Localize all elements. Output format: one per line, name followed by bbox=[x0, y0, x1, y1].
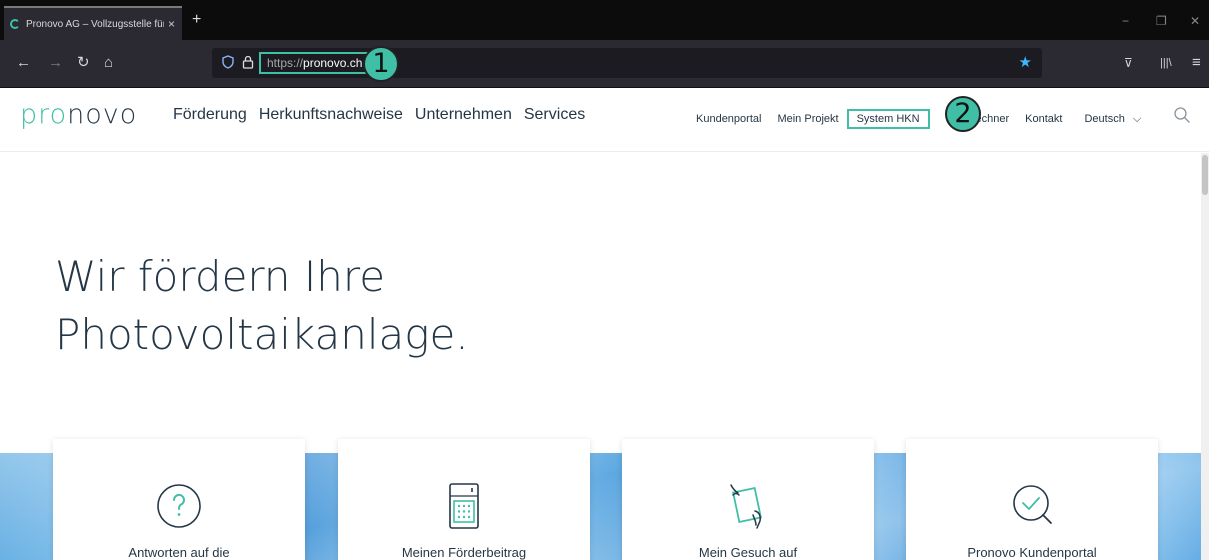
tab-loading-icon bbox=[10, 19, 20, 29]
card-foerderbeitrag-label: Meinen Förderbeitrag bbox=[401, 545, 527, 560]
app-menu-icon[interactable]: ≡ bbox=[1192, 54, 1201, 72]
scrollbar-thumb[interactable] bbox=[1202, 155, 1208, 195]
nav-herkunftsnachweise[interactable]: Herkunftsnachweise bbox=[259, 106, 403, 124]
card-gesuch[interactable]: Mein Gesuch auf bbox=[622, 439, 874, 560]
card-gesuch-label: Mein Gesuch auf bbox=[698, 545, 798, 560]
url-host: pronovo.ch bbox=[303, 56, 363, 70]
document-hand-icon bbox=[730, 484, 762, 529]
hero-section: Wir fördern Ihre Photovoltaikanlage. Ant… bbox=[0, 153, 1209, 560]
question-icon bbox=[157, 484, 201, 528]
callout-1: 1 bbox=[363, 46, 399, 82]
restore-button[interactable]: ❐ bbox=[1156, 14, 1167, 28]
link-kontakt[interactable]: Kontakt bbox=[1025, 113, 1062, 125]
link-system-hkn[interactable]: System HKN bbox=[846, 109, 930, 129]
pronovo-logo[interactable]: pronovo bbox=[20, 99, 137, 130]
logo-part-pro: pro bbox=[20, 99, 68, 130]
callout-2: 2 bbox=[945, 96, 981, 132]
browser-tab-strip: Pronovo AG – Vollzugsstelle für E × + − … bbox=[0, 0, 1209, 40]
new-tab-button[interactable]: + bbox=[192, 12, 201, 28]
hero-title-line-2: Photovoltaikanlage. bbox=[55, 310, 469, 359]
lock-icon[interactable] bbox=[242, 55, 254, 69]
window-close-button[interactable]: ✕ bbox=[1190, 14, 1200, 28]
card-faq[interactable]: Antworten auf die bbox=[53, 439, 305, 560]
minimize-button[interactable]: − bbox=[1122, 14, 1129, 28]
tracking-shield-icon[interactable] bbox=[222, 55, 234, 69]
tab-close-button[interactable]: × bbox=[168, 17, 175, 31]
forward-button[interactable]: → bbox=[48, 54, 63, 72]
calculator-icon bbox=[449, 483, 479, 529]
bookmark-star-icon[interactable]: ★ bbox=[1019, 53, 1032, 71]
url-bar[interactable]: https:// pronovo.ch ★ bbox=[212, 48, 1042, 78]
library-icon[interactable]: |||\ bbox=[1160, 54, 1172, 72]
magnifier-check-icon bbox=[1013, 485, 1052, 524]
search-icon[interactable] bbox=[1173, 106, 1191, 124]
reload-button[interactable]: ↻ bbox=[77, 54, 90, 72]
nav-services[interactable]: Services bbox=[524, 106, 585, 124]
card-faq-label: Antworten auf die bbox=[128, 545, 230, 560]
site-header: pronovo Förderung Herkunftsnachweise Unt… bbox=[0, 88, 1209, 152]
nav-unternehmen[interactable]: Unternehmen bbox=[415, 106, 512, 124]
browser-tab[interactable]: Pronovo AG – Vollzugsstelle für E × bbox=[4, 6, 182, 40]
link-kundenportal[interactable]: Kundenportal bbox=[696, 113, 761, 125]
chevron-down-icon[interactable]: ⌵ bbox=[1133, 113, 1141, 126]
nav-foerderung[interactable]: Förderung bbox=[173, 106, 247, 124]
browser-toolbar: ← → ↻ ⌂ https:// pronovo.ch ★ 1 ⊽ |||\ ≡ bbox=[0, 40, 1209, 88]
tab-title: Pronovo AG – Vollzugsstelle für E bbox=[26, 18, 164, 30]
card-kundenportal[interactable]: Pronovo Kundenportal bbox=[906, 439, 1158, 560]
back-button[interactable]: ← bbox=[16, 54, 31, 72]
hero-title-line-1: Wir fördern Ihre bbox=[55, 252, 386, 301]
card-kundenportal-label: Pronovo Kundenportal bbox=[967, 545, 1097, 560]
link-mein-projekt[interactable]: Mein Projekt bbox=[777, 113, 838, 125]
pocket-icon[interactable]: ⊽ bbox=[1124, 54, 1133, 72]
url-protocol: https:// bbox=[267, 56, 304, 70]
card-foerderbeitrag[interactable]: Meinen Förderbeitrag bbox=[338, 439, 590, 560]
hero-title: Wir fördern Ihre Photovoltaikanlage. bbox=[55, 248, 755, 364]
secondary-nav: Kundenportal Mein Projekt System HKN Rec… bbox=[696, 109, 1141, 129]
language-select[interactable]: Deutsch bbox=[1084, 113, 1124, 125]
page-scrollbar[interactable] bbox=[1201, 153, 1209, 560]
main-nav: Förderung Herkunftsnachweise Unternehmen… bbox=[173, 106, 585, 124]
url-text-highlight[interactable]: https:// pronovo.ch bbox=[259, 52, 371, 74]
logo-part-novo: novo bbox=[67, 99, 138, 130]
home-button[interactable]: ⌂ bbox=[104, 54, 113, 72]
